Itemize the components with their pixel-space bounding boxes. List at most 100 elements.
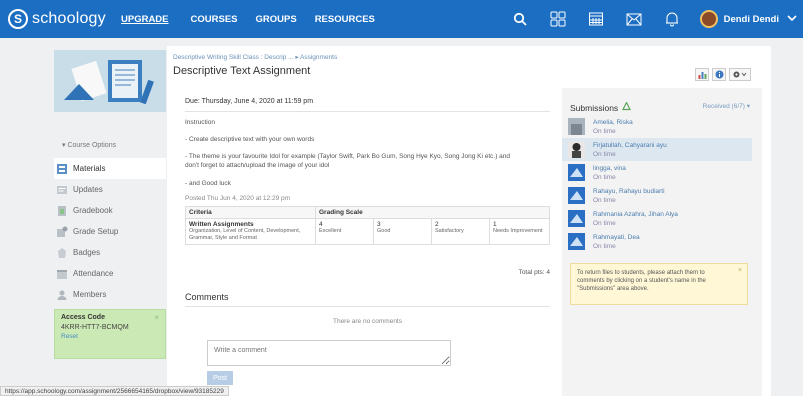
left-sidebar: ▾ Course Options Materials Updates Grade… bbox=[54, 38, 166, 396]
instruction-line-2a: - The theme is your favourite Idol for e… bbox=[185, 153, 511, 160]
submission-item[interactable]: Rahmayati, Dea On time bbox=[562, 230, 752, 253]
notice-text: To return files to students, please atta… bbox=[577, 270, 706, 292]
nav-groups[interactable]: GROUPS bbox=[256, 0, 297, 38]
nav-resources[interactable]: RESOURCES bbox=[315, 0, 375, 38]
submission-status: On time bbox=[593, 127, 616, 135]
sidebar-item-label: Gradebook bbox=[73, 206, 113, 215]
submission-item[interactable]: Rahayu, Rahayu budiarti On time bbox=[562, 184, 752, 207]
messages-icon[interactable] bbox=[624, 9, 644, 29]
sidebar-item-badges[interactable]: Badges bbox=[54, 242, 166, 263]
schoology-logo[interactable]: S schoology bbox=[8, 9, 113, 29]
submissions-heading: Submissions bbox=[570, 101, 632, 113]
student-name[interactable]: Firjatullah, Cahyarani ayu bbox=[593, 142, 667, 149]
access-code-title: Access Code bbox=[61, 314, 105, 321]
sidebar-item-updates[interactable]: Updates bbox=[54, 179, 166, 200]
user-name[interactable]: Dendi Dendi bbox=[724, 14, 779, 25]
rubric-level-score: 4 bbox=[319, 221, 323, 228]
rubric-header-criteria: Criteria bbox=[185, 206, 316, 219]
sidebar-item-label: Updates bbox=[73, 185, 103, 194]
rubric-header-scale: Grading Scale bbox=[315, 206, 550, 219]
breadcrumb[interactable]: Descriptive Writing Skill Class : Descri… bbox=[173, 53, 337, 61]
student-name[interactable]: Amelia, Riska bbox=[593, 119, 633, 126]
student-name[interactable]: Rahayu, Rahayu budiarti bbox=[593, 188, 665, 195]
grade-setup-icon bbox=[56, 226, 68, 238]
top-icons: Dendi Dendi bbox=[510, 0, 803, 38]
student-avatar bbox=[568, 164, 585, 181]
student-name[interactable]: Rahmayati, Dea bbox=[593, 234, 640, 241]
info-icon[interactable] bbox=[712, 68, 726, 81]
chevron-down-icon[interactable] bbox=[787, 14, 797, 24]
calendar-icon[interactable] bbox=[586, 9, 606, 29]
main-nav: UPGRADE COURSES GROUPS RESOURCES bbox=[113, 0, 393, 38]
student-name[interactable]: lingga, vina bbox=[593, 165, 626, 172]
instruction-line-1: - Create descriptive text with your own … bbox=[185, 136, 315, 143]
apps-grid-icon[interactable] bbox=[548, 9, 568, 29]
rubric-level-score: 2 bbox=[435, 221, 439, 228]
rubric-level-score: 3 bbox=[377, 221, 381, 228]
sidebar-item-label: Grade Setup bbox=[73, 227, 119, 236]
nav-courses[interactable]: COURSES bbox=[191, 0, 238, 38]
instruction-line-3: - and Good luck bbox=[185, 180, 231, 187]
post-comment-button[interactable]: Post bbox=[207, 371, 233, 385]
rubric-criterion-description: Organization, Level of Content, Developm… bbox=[189, 228, 301, 241]
attendance-icon bbox=[56, 268, 68, 280]
sidebar-item-materials[interactable]: Materials bbox=[54, 158, 166, 179]
return-files-notice: × To return files to students, please at… bbox=[570, 263, 748, 305]
instruction-line-2b: don't forget to attach/upload the image … bbox=[185, 162, 330, 169]
nav-upgrade[interactable]: UPGRADE bbox=[121, 0, 169, 38]
assignment-tools bbox=[692, 68, 751, 81]
rubric-row: Written Assignments Organization, Level … bbox=[185, 218, 550, 245]
settings-gear-icon[interactable] bbox=[729, 68, 751, 81]
sidebar-item-label: Materials bbox=[73, 164, 106, 173]
schoology-logo-mark: S bbox=[8, 9, 28, 29]
submission-item[interactable]: Firjatullah, Cahyarani ayu On time bbox=[562, 138, 752, 161]
sidebar-item-gradebook[interactable]: Gradebook bbox=[54, 200, 166, 221]
submission-item[interactable]: Rahmania Azahra, Jihan Alya On time bbox=[562, 207, 752, 230]
sidebar-item-label: Attendance bbox=[73, 269, 114, 278]
access-code-box: × Access Code 4KRR-HTT7-BCMQM Reset bbox=[54, 309, 166, 359]
notifications-icon[interactable] bbox=[662, 9, 682, 29]
logo-text: schoology bbox=[32, 10, 106, 27]
browser-status-url: https://app.schoology.com/assignment/256… bbox=[0, 386, 229, 396]
sidebar-item-attendance[interactable]: Attendance bbox=[54, 263, 166, 284]
submission-item[interactable]: lingga, vina On time bbox=[562, 161, 752, 184]
access-code-reset-link[interactable]: Reset bbox=[61, 333, 159, 340]
submission-status: On time bbox=[593, 173, 616, 181]
course-options-toggle[interactable]: ▾ Course Options bbox=[62, 141, 116, 149]
user-avatar[interactable] bbox=[699, 10, 718, 28]
submission-status: On time bbox=[593, 242, 616, 250]
divider bbox=[185, 111, 550, 112]
instruction-heading: Instruction bbox=[185, 119, 215, 126]
submission-list: Amelia, Riska On time Firjatullah, Cahyar… bbox=[562, 115, 752, 253]
submission-status: On time bbox=[593, 150, 616, 158]
submission-status: On time bbox=[593, 196, 616, 204]
comments-heading: Comments bbox=[185, 292, 229, 302]
access-code-value: 4KRR-HTT7-BCMQM bbox=[61, 324, 129, 331]
gradebook-icon bbox=[56, 205, 68, 217]
received-filter[interactable]: Received (6/7) ▾ bbox=[703, 102, 750, 110]
sidebar-item-members[interactable]: Members bbox=[54, 284, 166, 305]
comment-input[interactable] bbox=[207, 340, 451, 366]
sidebar-item-label: Members bbox=[73, 290, 107, 299]
search-icon[interactable] bbox=[510, 9, 530, 29]
student-avatar bbox=[568, 141, 585, 158]
close-icon[interactable]: × bbox=[738, 267, 742, 275]
analytics-icon[interactable] bbox=[695, 68, 709, 81]
materials-icon bbox=[56, 163, 68, 175]
recycle-icon bbox=[622, 101, 632, 113]
badges-icon bbox=[56, 247, 68, 259]
rubric-level-label: Needs Improvement bbox=[493, 228, 543, 234]
submission-status: On time bbox=[593, 219, 616, 227]
student-name[interactable]: Rahmania Azahra, Jihan Alya bbox=[593, 211, 678, 218]
sidebar-item-grade-setup[interactable]: Grade Setup bbox=[54, 221, 166, 242]
top-navigation-bar: S schoology UPGRADE COURSES GROUPS RESOU… bbox=[0, 0, 803, 38]
submission-item[interactable]: Amelia, Riska On time bbox=[562, 115, 752, 138]
student-avatar bbox=[568, 187, 585, 204]
members-icon bbox=[56, 289, 68, 301]
close-icon[interactable]: × bbox=[154, 313, 159, 322]
no-comments-text: There are no comments bbox=[332, 318, 402, 325]
course-menu: Materials Updates Gradebook Grade Setup … bbox=[54, 158, 166, 305]
rubric-level-label: Good bbox=[377, 228, 391, 234]
submissions-title: Submissions bbox=[570, 102, 619, 113]
divider bbox=[185, 306, 550, 307]
